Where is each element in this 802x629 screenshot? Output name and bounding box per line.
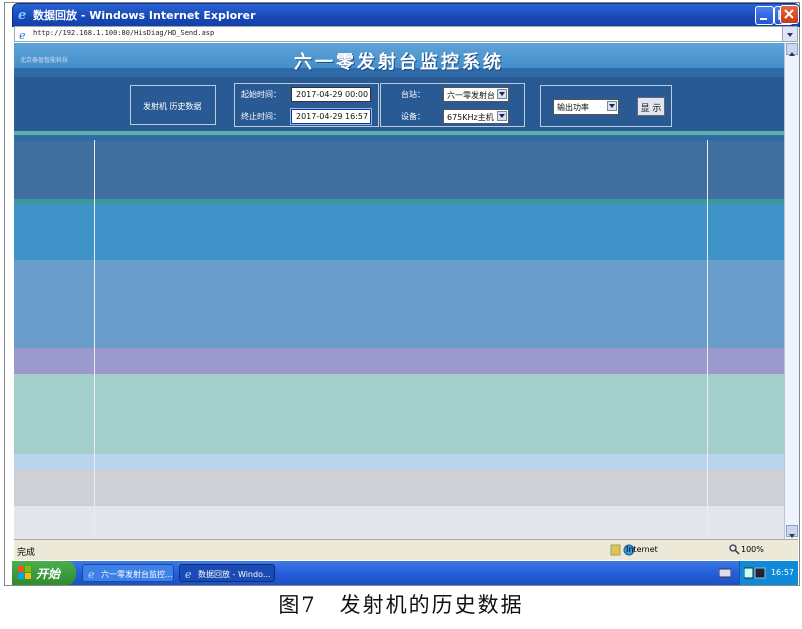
end-time-input[interactable]: 2017-04-29 16:57	[291, 109, 371, 124]
vertical-scrollbar[interactable]	[784, 43, 799, 539]
system-banner: 北京泰盈智能科技 六一零发射台监控系统	[14, 43, 784, 77]
zone-text: Internet	[626, 545, 658, 554]
ie-logo-icon: e	[18, 8, 26, 21]
taskbar-item-label: 六一零发射台监控...	[101, 570, 173, 579]
device-value: 675KHz主机	[447, 113, 494, 122]
chevron-down-icon	[497, 89, 507, 99]
zoom-level[interactable]: 100%	[741, 545, 764, 554]
close-button[interactable]	[780, 5, 799, 24]
address-dropdown-button[interactable]	[782, 27, 797, 41]
station-label: 台站：	[401, 90, 425, 99]
address-url[interactable]: http://192.168.1.100:80/HisDiag/HD_Send.…	[33, 29, 214, 37]
history-chart-area	[94, 140, 708, 539]
taskbar-item-label: 数据回放 - Windo...	[198, 570, 271, 579]
svg-text:e: e	[18, 8, 26, 21]
parameter-value: 输出功率	[557, 103, 589, 112]
show-button[interactable]: 显 示	[637, 97, 665, 116]
parameter-select[interactable]: 输出功率	[553, 99, 619, 115]
device-select[interactable]: 675KHz主机	[443, 109, 509, 124]
taskbar-item-monitor[interactable]: e 六一零发射台监控...	[82, 564, 174, 582]
tray-icons[interactable]	[744, 567, 766, 579]
ie-icon: e	[88, 568, 95, 580]
start-time-input[interactable]: 2017-04-29 00:00	[291, 87, 371, 102]
minimize-button[interactable]	[755, 6, 774, 25]
figure-caption: 图7 发射机的历史数据	[278, 593, 524, 617]
system-title: 六一零发射台监控系统	[294, 52, 504, 73]
taskbar-item-playback[interactable]: e 数据回放 - Windo...	[179, 564, 275, 582]
station-box: 台站： 六一零发射台 设备： 675KHz主机	[380, 83, 525, 127]
system-tray: 16:57	[739, 561, 798, 585]
device-label: 设备：	[401, 112, 425, 121]
section-box: 发射机 历史数据	[130, 85, 216, 125]
param-box: 输出功率 显 示	[540, 85, 672, 127]
station-select[interactable]: 六一零发射台	[443, 87, 509, 102]
ie-icon: e	[185, 568, 192, 580]
page-content: 北京泰盈智能科技 六一零发射台监控系统 发射机 历史数据 起始时间： 2017-…	[14, 43, 784, 539]
window-title: 数据回放 - Windows Internet Explorer	[33, 9, 256, 22]
zoom-icon	[729, 544, 740, 555]
station-value: 六一零发射台	[447, 91, 495, 100]
clock: 16:57	[770, 568, 794, 577]
keyboard-icon[interactable]	[719, 568, 731, 578]
status-bar: 完成 Internet 100%	[14, 539, 798, 560]
page-icon: e	[19, 29, 26, 41]
svg-text:e: e	[88, 568, 95, 580]
scroll-down-button[interactable]	[786, 525, 798, 538]
start-button[interactable]: 开始	[12, 561, 76, 585]
address-bar[interactable]: e http://192.168.1.100:80/HisDiag/HD_Sen…	[14, 26, 798, 42]
svg-text:e: e	[185, 568, 192, 580]
start-label: 开始	[36, 567, 61, 581]
svg-text:e: e	[19, 29, 26, 41]
status-text: 完成	[17, 548, 36, 558]
taskbar: 开始 e 六一零发射台监控... e 数据回放 - Windo... 16:57	[12, 561, 798, 585]
chevron-down-icon	[607, 101, 617, 111]
window-titlebar: e 数据回放 - Windows Internet Explorer	[12, 3, 800, 27]
start-time-label: 起始时间：	[241, 90, 281, 99]
section-label: 发射机 历史数据	[143, 102, 202, 111]
scroll-up-button[interactable]	[786, 43, 798, 56]
end-time-label: 终止时间：	[241, 112, 281, 121]
query-panel: 发射机 历史数据 起始时间： 2017-04-29 00:00 终止时间： 20…	[14, 77, 784, 135]
chevron-down-icon	[497, 111, 507, 121]
time-box: 起始时间： 2017-04-29 00:00 终止时间： 2017-04-29 …	[234, 83, 379, 127]
windows-logo-icon	[18, 566, 31, 579]
